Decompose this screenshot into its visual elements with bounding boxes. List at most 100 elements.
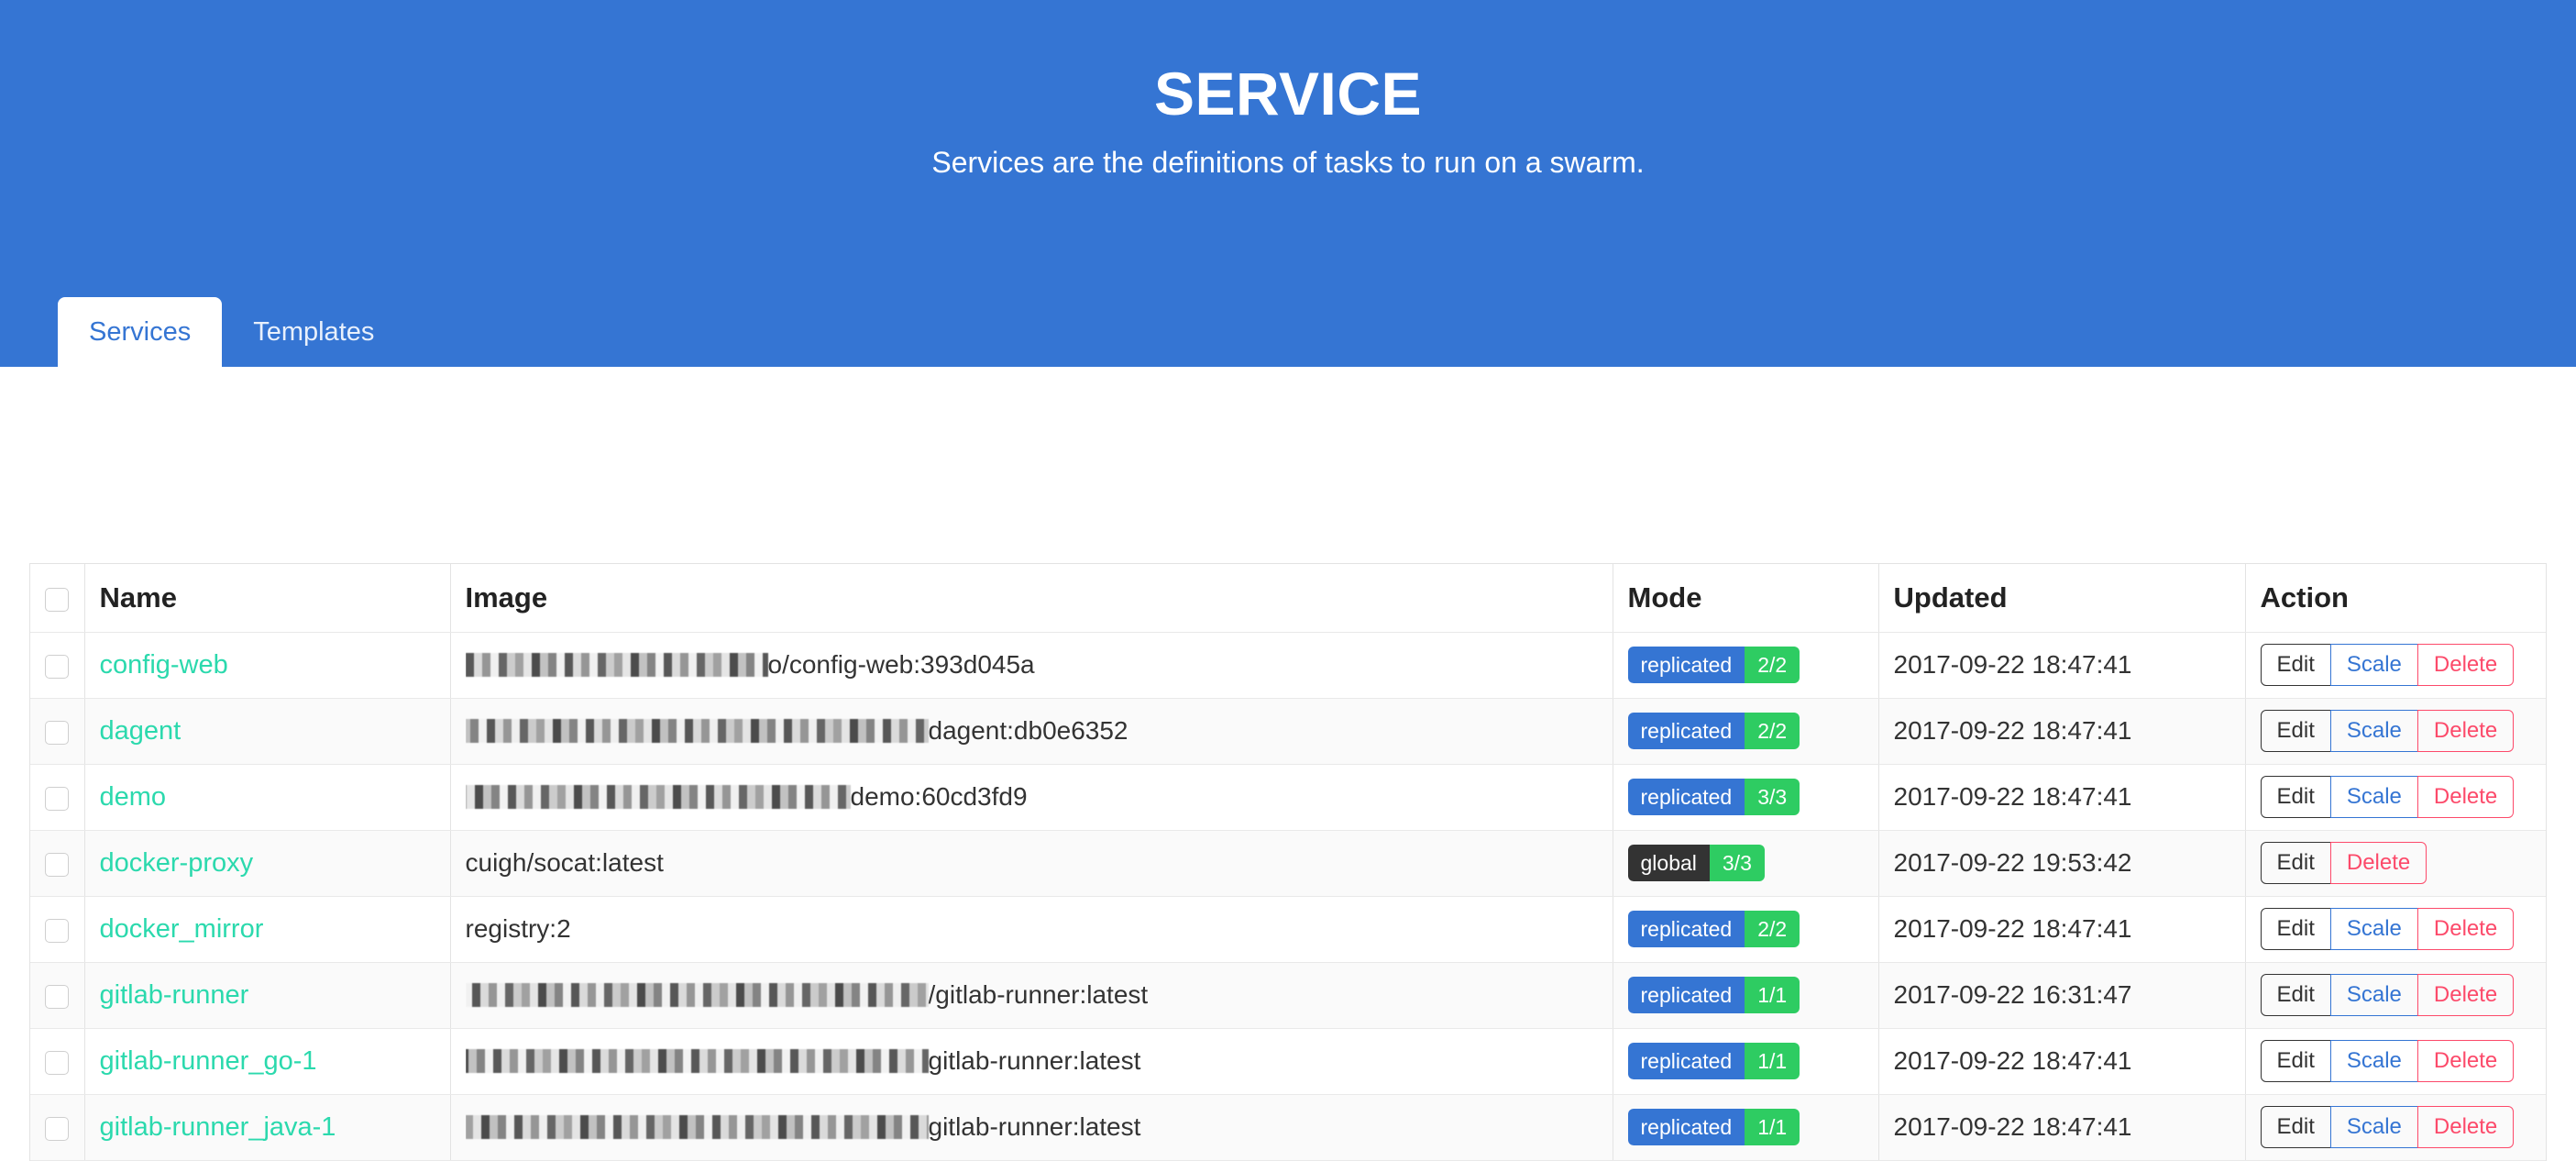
service-name-link[interactable]: gitlab-runner_go-1: [100, 1046, 317, 1076]
mode-badge: replicated: [1627, 1108, 1745, 1146]
tab-templates[interactable]: Templates: [222, 297, 405, 367]
delete-row-button[interactable]: Delete: [2416, 775, 2515, 819]
service-mode-cell: replicated 1/1: [1613, 1094, 1879, 1161]
redacted-registry-prefix: [465, 1049, 929, 1073]
row-select-cell: [30, 1094, 85, 1161]
row-select-checkbox[interactable]: [45, 720, 70, 745]
edit-row-button[interactable]: Edit: [2260, 907, 2331, 951]
scale-row-button[interactable]: Scale: [2329, 775, 2418, 819]
select-all-checkbox[interactable]: [45, 587, 70, 612]
replicas-badge: 3/3: [1745, 778, 1800, 816]
row-select-cell: [30, 830, 85, 897]
row-select-cell: [30, 632, 85, 699]
delete-row-button[interactable]: Delete: [2416, 907, 2515, 951]
edit-row-button[interactable]: Edit: [2260, 973, 2331, 1017]
mode-badge-group: replicated 3/3: [1627, 778, 1800, 816]
table-row: demo demo:60cd3fd9 replicated 3/3 2017-09-22…: [30, 764, 2546, 831]
scale-row-button[interactable]: Scale: [2329, 1105, 2418, 1149]
delete-row-button[interactable]: Delete: [2416, 643, 2515, 687]
mode-badge-group: replicated 1/1: [1627, 976, 1800, 1014]
service-name-cell: gitlab-runner_java-1: [84, 1094, 451, 1161]
row-action-group: Edit Scale Delete: [2260, 1039, 2515, 1083]
service-image-text: /gitlab-runner:latest: [928, 980, 1149, 1009]
service-updated-cell: 2017-09-22 18:47:41: [1878, 764, 2246, 831]
scale-row-button[interactable]: Scale: [2329, 907, 2418, 951]
redacted-registry-prefix: [465, 785, 851, 809]
edit-row-button[interactable]: Edit: [2260, 775, 2331, 819]
service-mode-cell: replicated 2/2: [1613, 896, 1879, 963]
delete-row-button[interactable]: Delete: [2416, 709, 2515, 753]
table-row: gitlab-runner_java-1 gitlab-runner:latest…: [30, 1094, 2546, 1161]
service-image-text: dagent:db0e6352: [928, 716, 1128, 745]
row-select-checkbox[interactable]: [45, 852, 70, 877]
replicas-badge: 3/3: [1709, 844, 1765, 882]
row-select-checkbox[interactable]: [45, 1116, 70, 1141]
table-row: docker-proxy cuigh/socat:latest global 3/3 2…: [30, 830, 2546, 897]
service-name-cell: config-web: [84, 632, 451, 699]
edit-row-button[interactable]: Edit: [2260, 1105, 2331, 1149]
service-action-cell: Edit Scale Delete: [2245, 632, 2546, 699]
row-select-cell: [30, 764, 85, 831]
service-mode-cell: replicated 3/3: [1613, 764, 1879, 831]
row-select-cell: [30, 962, 85, 1029]
mode-badge: global: [1627, 844, 1710, 882]
edit-row-button[interactable]: Edit: [2260, 643, 2331, 687]
column-header-image: Image: [450, 564, 1613, 633]
edit-row-button[interactable]: Edit: [2260, 709, 2331, 753]
select-all-header: [30, 564, 85, 633]
edit-row-button[interactable]: Edit: [2260, 841, 2331, 885]
mode-badge-group: replicated 2/2: [1627, 910, 1800, 948]
service-name-link[interactable]: gitlab-runner: [100, 980, 249, 1010]
row-action-group: Edit Scale Delete: [2260, 973, 2515, 1017]
row-select-checkbox[interactable]: [45, 918, 70, 943]
row-select-checkbox[interactable]: [45, 786, 70, 811]
replicas-badge: 2/2: [1745, 910, 1800, 948]
tab-templates-label: Templates: [253, 316, 375, 347]
mode-badge: replicated: [1627, 646, 1745, 684]
mode-badge-group: global 3/3: [1627, 844, 1765, 882]
mode-badge: replicated: [1627, 910, 1745, 948]
scale-row-button[interactable]: Scale: [2329, 709, 2418, 753]
delete-row-button[interactable]: Delete: [2416, 1105, 2515, 1149]
service-name-link[interactable]: config-web: [100, 650, 228, 680]
row-select-checkbox[interactable]: [45, 654, 70, 679]
service-image-text: gitlab-runner:latest: [928, 1046, 1141, 1075]
service-name-link[interactable]: dagent: [100, 716, 182, 746]
service-action-cell: Edit Scale Delete: [2245, 764, 2546, 831]
service-updated-cell: 2017-09-22 19:53:42: [1878, 830, 2246, 897]
service-action-cell: Edit Delete: [2245, 830, 2546, 897]
service-name-cell: docker-proxy: [84, 830, 451, 897]
replicas-badge: 1/1: [1745, 1108, 1800, 1146]
service-image-text: o/config-web:393d045a: [767, 650, 1035, 679]
service-image-cell: demo:60cd3fd9: [450, 764, 1613, 831]
column-header-updated: Updated: [1878, 564, 2246, 633]
service-name-link[interactable]: docker_mirror: [100, 914, 264, 944]
row-select-checkbox[interactable]: [45, 984, 70, 1009]
services-table: Name Image Mode Updated Action config-we…: [30, 564, 2546, 1161]
mode-badge: replicated: [1627, 778, 1745, 816]
tab-services[interactable]: Services: [58, 297, 223, 367]
edit-row-button[interactable]: Edit: [2260, 1039, 2331, 1083]
service-image-cell: gitlab-runner:latest: [450, 1094, 1613, 1161]
scale-row-button[interactable]: Scale: [2329, 973, 2418, 1017]
delete-row-button[interactable]: Delete: [2416, 973, 2515, 1017]
delete-row-button[interactable]: Delete: [2329, 841, 2427, 885]
service-name-link[interactable]: demo: [100, 782, 167, 812]
service-image-cell: cuigh/socat:latest: [450, 830, 1613, 897]
row-action-group: Edit Scale Delete: [2260, 775, 2515, 819]
service-name-link[interactable]: docker-proxy: [100, 848, 254, 878]
service-name-link[interactable]: gitlab-runner_java-1: [100, 1112, 336, 1142]
row-select-checkbox[interactable]: [45, 1050, 70, 1075]
redacted-registry-prefix: [465, 1115, 929, 1139]
delete-row-button[interactable]: Delete: [2416, 1039, 2515, 1083]
column-header-action: Action: [2245, 564, 2546, 633]
row-action-group: Edit Scale Delete: [2260, 1105, 2515, 1149]
service-image-cell: dagent:db0e6352: [450, 698, 1613, 765]
service-image-text: gitlab-runner:latest: [928, 1112, 1141, 1141]
scale-row-button[interactable]: Scale: [2329, 1039, 2418, 1083]
mode-badge-group: replicated 1/1: [1627, 1042, 1800, 1080]
scale-row-button[interactable]: Scale: [2329, 643, 2418, 687]
service-image-text: cuigh/socat:latest: [465, 848, 664, 877]
table-body: config-web o/config-web:393d045a replicate…: [30, 632, 2546, 1161]
mode-badge-group: replicated 1/1: [1627, 1108, 1800, 1146]
